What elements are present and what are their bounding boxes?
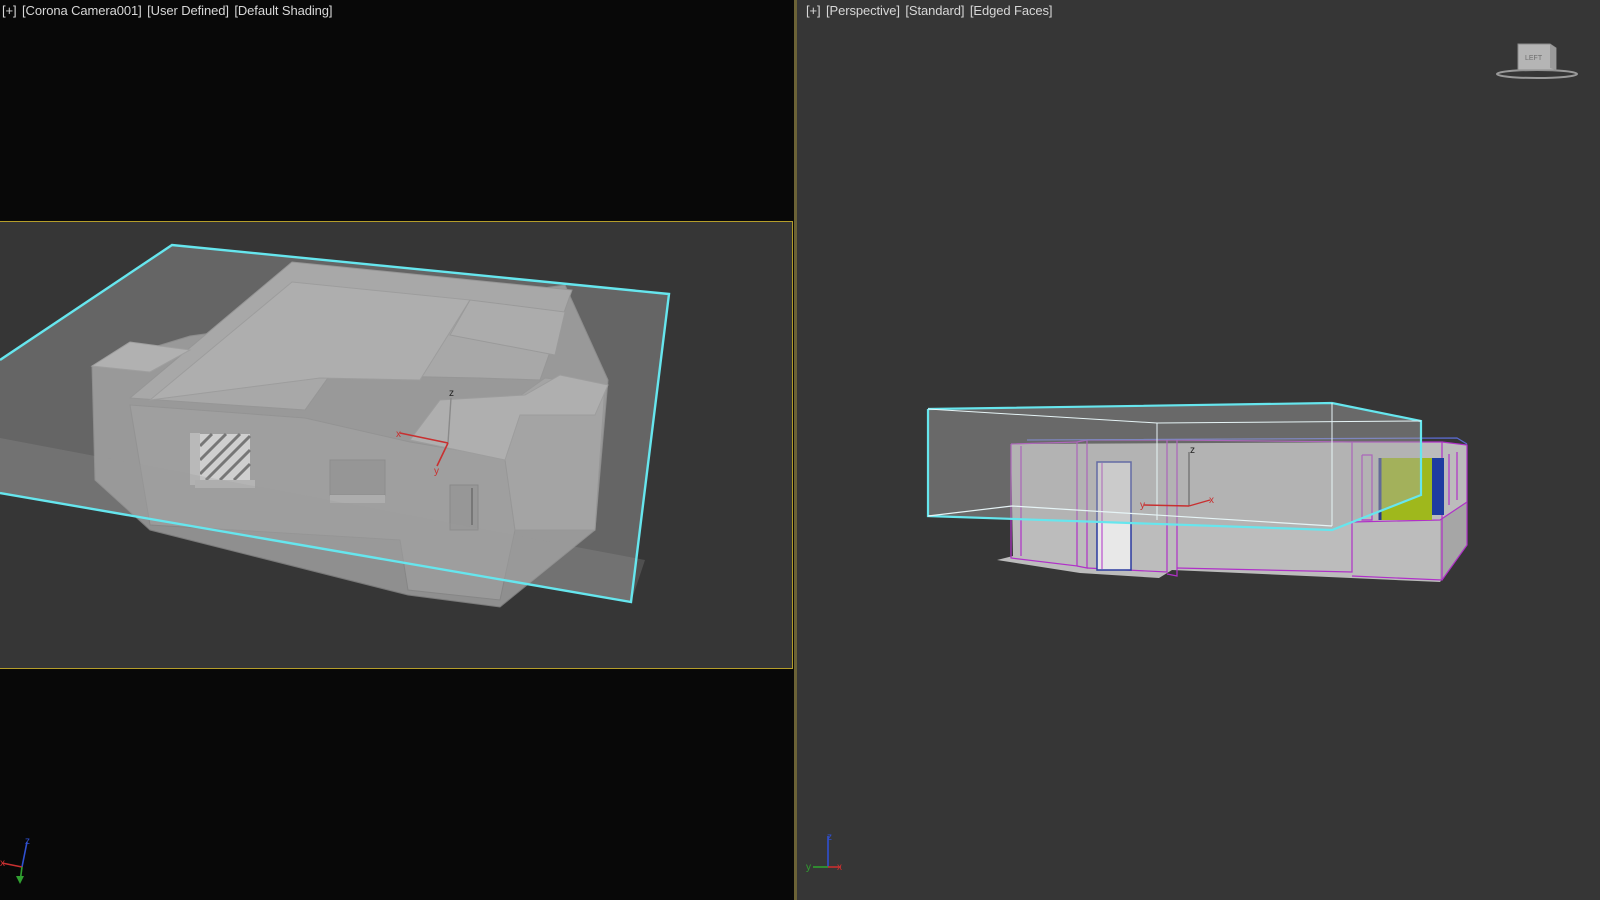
world-y-label: y bbox=[806, 862, 811, 873]
perspective-viewport[interactable]: [+] [Perspective] [Standard] [Edged Face… bbox=[797, 0, 1600, 900]
shading-menu[interactable]: [Edged Faces] bbox=[970, 3, 1053, 18]
world-x-label: x bbox=[0, 858, 5, 869]
gizmo-z-label: z bbox=[449, 388, 454, 399]
gizmo-y-axis bbox=[1143, 504, 1190, 507]
selection-box[interactable] bbox=[926, 401, 1423, 532]
mode-menu[interactable]: [Standard] bbox=[905, 3, 964, 18]
camera-viewport-label: [+] [Corona Camera001] [User Defined] [D… bbox=[2, 3, 334, 18]
world-x-label: x bbox=[837, 862, 842, 873]
blue-window-panel bbox=[1432, 458, 1444, 515]
world-axis-tripod: z x bbox=[0, 836, 30, 884]
selection-box[interactable] bbox=[0, 243, 671, 604]
gizmo-z-label: z bbox=[1190, 445, 1195, 456]
viewport-menu-plus[interactable]: [+] bbox=[2, 3, 17, 18]
camera-scene[interactable]: z x y z x bbox=[0, 0, 795, 900]
shading-mode-menu[interactable]: [User Defined] bbox=[147, 3, 229, 18]
shading-menu[interactable]: [Default Shading] bbox=[234, 3, 332, 18]
world-z-label: z bbox=[827, 832, 832, 843]
viewport-menu-plus[interactable]: [+] bbox=[806, 3, 821, 18]
camera-selector[interactable]: [Corona Camera001] bbox=[22, 3, 142, 18]
gizmo-y-label: y bbox=[1140, 500, 1145, 511]
gizmo-x-label: x bbox=[396, 429, 401, 440]
gizmo-x-label: x bbox=[1209, 495, 1214, 506]
perspective-scene[interactable]: z x y z x y bbox=[797, 0, 1600, 900]
world-x-axis bbox=[1, 862, 23, 868]
view-menu[interactable]: [Perspective] bbox=[826, 3, 900, 18]
perspective-viewport-label: [+] [Perspective] [Standard] [Edged Face… bbox=[806, 3, 1054, 18]
gizmo-y-label: y bbox=[434, 466, 439, 477]
world-y-arrow bbox=[16, 876, 24, 884]
world-z-label: z bbox=[25, 836, 30, 847]
world-axis-tripod: z x y bbox=[806, 832, 842, 873]
camera-viewport[interactable]: [+] [Corona Camera001] [User Defined] [D… bbox=[0, 0, 795, 900]
